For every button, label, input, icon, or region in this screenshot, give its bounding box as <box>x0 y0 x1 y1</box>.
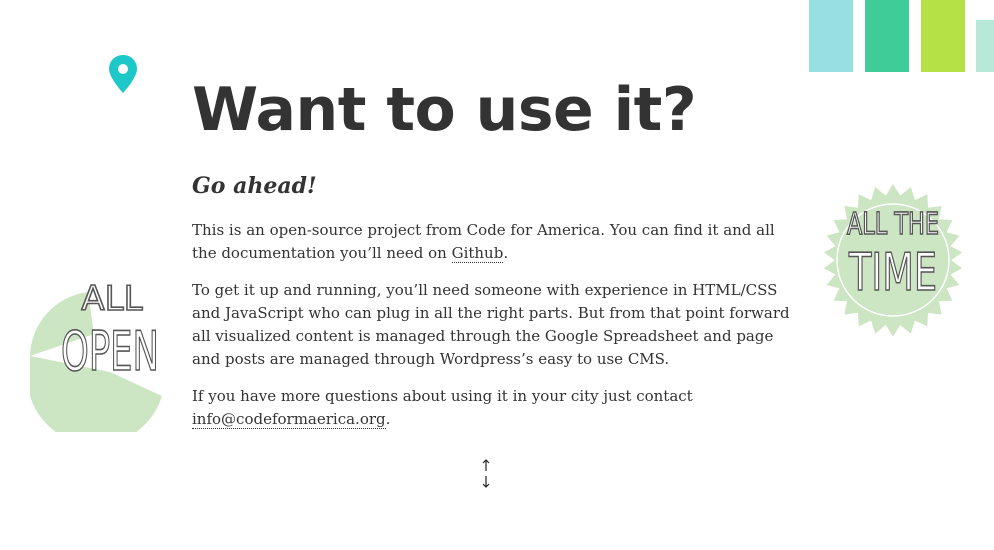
badge-left-line2: OPEN <box>61 320 159 383</box>
paragraph-intro-end: . <box>503 244 509 262</box>
email-link[interactable]: info@codeformaerica.org <box>192 410 386 429</box>
subheading: Go ahead! <box>192 173 317 199</box>
paragraph-intro: This is an open-source project from Code… <box>192 219 792 265</box>
github-link[interactable]: Github <box>451 244 504 263</box>
paragraph-setup: To get it up and running, you’ll need so… <box>192 281 790 368</box>
paragraph-contact-end: . <box>385 410 391 428</box>
badge-right-line2: TIME <box>848 243 937 303</box>
badge-left-line1: ALL <box>81 279 142 319</box>
paragraph-contact-text: If you have more questions about using i… <box>192 387 693 405</box>
main-content: Want to use it? Go ahead! This is an ope… <box>192 72 792 431</box>
page-title: Want to use it? <box>192 75 697 145</box>
paragraph-contact: If you have more questions about using i… <box>192 385 792 431</box>
color-bar-1 <box>809 0 853 72</box>
up-down-arrows-icon[interactable] <box>478 458 494 490</box>
color-bar-2 <box>865 0 909 72</box>
color-bar-4 <box>976 20 994 72</box>
badge-right-line1: ALL THE <box>847 207 939 242</box>
color-bar-3 <box>921 0 965 72</box>
all-the-time-badge: ALL THE TIME <box>823 184 963 337</box>
all-open-badge: ALL OPEN <box>30 278 162 432</box>
map-pin-icon <box>109 55 137 93</box>
